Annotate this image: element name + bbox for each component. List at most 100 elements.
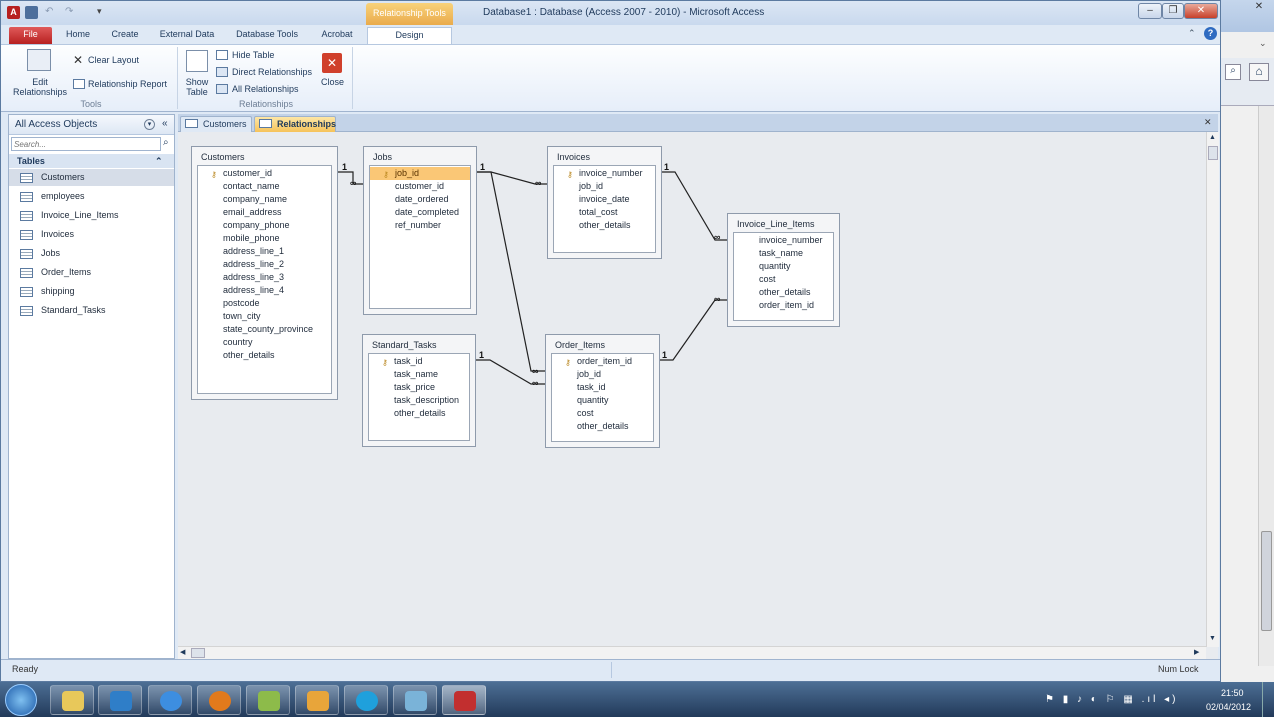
show-desktop-button[interactable]: [1262, 682, 1274, 717]
table-box-standard-tasks[interactable]: Standard_Tasks ⚷ task_id task_name task_p…: [362, 334, 476, 447]
all-relationships-button[interactable]: All Relationships: [232, 84, 299, 94]
help-icon[interactable]: ?: [1204, 27, 1217, 40]
field[interactable]: postcode: [198, 297, 331, 310]
field-primary-key[interactable]: ⚷ order_item_id: [552, 355, 653, 368]
ie-taskbar-button[interactable]: [148, 685, 192, 715]
tables-group-header[interactable]: Tables ⌃: [9, 154, 174, 168]
field[interactable]: task_price: [369, 381, 469, 394]
start-button[interactable]: [5, 684, 37, 716]
table-box-customers[interactable]: Customers ⚷ customer_id contact_name comp…: [191, 146, 338, 400]
nav-item-standard-tasks[interactable]: Standard_Tasks: [9, 302, 174, 319]
field[interactable]: job_id: [552, 368, 653, 381]
field[interactable]: company_name: [198, 193, 331, 206]
media-player-taskbar-button[interactable]: [98, 685, 142, 715]
field[interactable]: task_name: [369, 368, 469, 381]
field[interactable]: task_id: [552, 381, 653, 394]
nav-item-jobs[interactable]: Jobs: [9, 245, 174, 262]
field[interactable]: state_county_province: [198, 323, 331, 336]
field[interactable]: quantity: [734, 260, 833, 273]
firefox-taskbar-button[interactable]: [197, 685, 241, 715]
clear-layout-button[interactable]: Clear Layout: [88, 55, 139, 65]
explorer-taskbar-button[interactable]: [50, 685, 94, 715]
hide-table-button[interactable]: Hide Table: [232, 50, 274, 60]
scroll-thumb[interactable]: [1208, 146, 1218, 160]
field[interactable]: address_line_1: [198, 245, 331, 258]
app-taskbar-button[interactable]: [246, 685, 290, 715]
field[interactable]: address_line_2: [198, 258, 331, 271]
tab-file[interactable]: File: [9, 27, 52, 44]
tab-create[interactable]: Create: [111, 27, 139, 44]
close-document-icon[interactable]: ✕: [1204, 117, 1212, 128]
nav-item-invoices[interactable]: Invoices: [9, 226, 174, 243]
search-icon[interactable]: ⌕: [1225, 64, 1241, 80]
minimize-button[interactable]: –: [1138, 3, 1162, 19]
field[interactable]: other_details: [734, 286, 833, 299]
field[interactable]: address_line_3: [198, 271, 331, 284]
close-icon[interactable]: ✕: [322, 53, 342, 73]
field[interactable]: ref_number: [370, 219, 470, 232]
field-primary-key[interactable]: ⚷ task_id: [369, 355, 469, 368]
table-box-invoices[interactable]: Invoices ⚷ invoice_number job_id invoice_…: [547, 146, 662, 259]
close-icon[interactable]: ✕: [1247, 1, 1271, 15]
edit-relationships-button[interactable]: Edit Relationships: [9, 77, 71, 97]
nav-item-employees[interactable]: employees: [9, 188, 174, 205]
nav-pane-header[interactable]: All Access Objects ▾ «: [9, 115, 174, 135]
field[interactable]: other_details: [369, 407, 469, 420]
field-primary-key[interactable]: ⚷ customer_id: [198, 167, 331, 180]
field[interactable]: email_address: [198, 206, 331, 219]
access-logo-icon[interactable]: A: [7, 6, 20, 19]
field[interactable]: cost: [734, 273, 833, 286]
skype-taskbar-button[interactable]: [344, 685, 388, 715]
scroll-down-icon[interactable]: ▼: [1209, 635, 1216, 642]
field-primary-key[interactable]: ⚷ job_id: [370, 167, 470, 180]
field[interactable]: contact_name: [198, 180, 331, 193]
undo-icon[interactable]: ↶: [45, 6, 58, 19]
field[interactable]: country: [198, 336, 331, 349]
field[interactable]: task_description: [369, 394, 469, 407]
show-table-icon[interactable]: [186, 50, 208, 72]
close-button[interactable]: Close: [321, 77, 344, 87]
save-icon[interactable]: [25, 6, 38, 19]
nav-options-icon[interactable]: ▾: [144, 119, 155, 130]
field-primary-key[interactable]: ⚷ invoice_number: [554, 167, 655, 180]
field[interactable]: cost: [552, 407, 653, 420]
collapse-group-icon[interactable]: ⌃: [155, 154, 163, 168]
redo-icon[interactable]: ↷: [65, 6, 78, 19]
tab-home[interactable]: Home: [65, 27, 91, 44]
minimize-ribbon-icon[interactable]: ⌃: [1188, 28, 1196, 39]
relationship-report-button[interactable]: Relationship Report: [88, 79, 167, 89]
field[interactable]: invoice_number: [734, 234, 833, 247]
vertical-scrollbar[interactable]: ▲ ▼: [1206, 132, 1219, 647]
field[interactable]: date_ordered: [370, 193, 470, 206]
field[interactable]: other_details: [198, 349, 331, 362]
scroll-thumb[interactable]: [191, 648, 205, 658]
customize-qat-icon[interactable]: ▾: [97, 6, 110, 19]
clock-time[interactable]: 21:50: [1221, 688, 1244, 698]
chevron-down-icon[interactable]: ⌄: [1259, 38, 1267, 49]
edit-relationships-icon[interactable]: [27, 49, 51, 71]
nav-item-shipping[interactable]: shipping: [9, 283, 174, 300]
show-table-button[interactable]: Show Table: [183, 77, 211, 97]
field[interactable]: task_name: [734, 247, 833, 260]
nav-search-input[interactable]: [11, 137, 161, 151]
tab-database-tools[interactable]: Database Tools: [235, 27, 299, 44]
table-box-invoice-line-items[interactable]: Invoice_Line_Items invoice_number task_n…: [727, 213, 840, 327]
field[interactable]: total_cost: [554, 206, 655, 219]
notes-taskbar-button[interactable]: [393, 685, 437, 715]
field[interactable]: job_id: [554, 180, 655, 193]
field[interactable]: company_phone: [198, 219, 331, 232]
nav-item-order-items[interactable]: Order_Items: [9, 264, 174, 281]
close-button[interactable]: ✕: [1184, 3, 1218, 19]
field[interactable]: other_details: [554, 219, 655, 232]
direct-relationships-icon[interactable]: [216, 67, 228, 77]
field[interactable]: invoice_date: [554, 193, 655, 206]
search-icon[interactable]: ⌕: [163, 137, 169, 148]
scroll-left-icon[interactable]: ◀: [180, 648, 185, 656]
doc-tab-customers[interactable]: Customers: [180, 116, 252, 132]
horizontal-scrollbar[interactable]: ◀ ▶: [178, 646, 1206, 659]
tray-icons[interactable]: ⚑ ▮ ♪ ◐ ⚐ ▦ .ıl ◂): [1045, 694, 1179, 705]
field[interactable]: mobile_phone: [198, 232, 331, 245]
field[interactable]: town_city: [198, 310, 331, 323]
nav-item-customers[interactable]: Customers: [9, 169, 174, 186]
table-box-order-items[interactable]: Order_Items ⚷ order_item_id job_id task_i…: [545, 334, 660, 448]
